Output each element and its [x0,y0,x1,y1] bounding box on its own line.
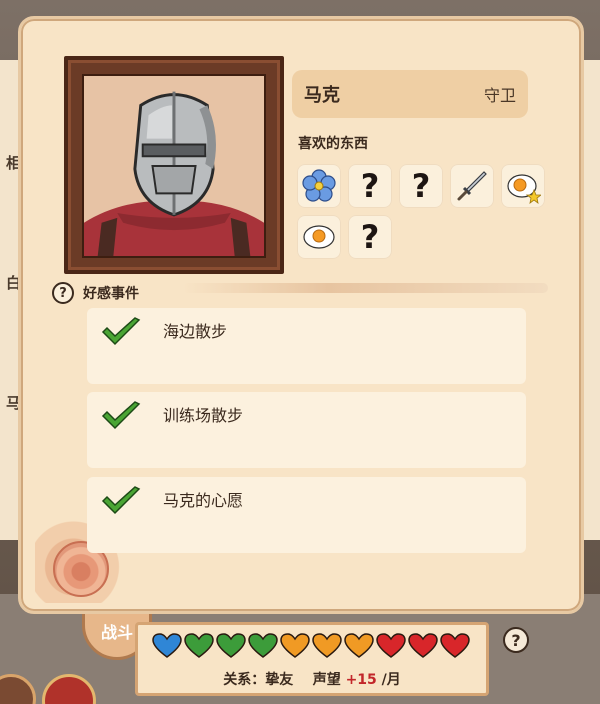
relationship-panel: 关系：挚友 声望 +15 /月 [135,622,489,696]
liked-item-slot[interactable] [297,215,341,259]
knight-helmet-portrait [82,74,266,258]
heart-orange-icon [280,633,310,658]
affection-event-card[interactable]: 马克的心愿 [87,477,526,553]
fried-egg-icon [303,225,335,249]
relationship-status: 挚友 [265,672,294,688]
liked-item-slot[interactable] [297,164,341,208]
character-name: 马克 [304,85,340,106]
affection-event-label: 训练场散步 [163,406,244,425]
relationship-label: 关系： [223,672,266,688]
unknown-item-icon: ? [360,167,380,205]
character-role: 守卫 [483,86,516,105]
heart-red-icon [440,633,470,658]
heart-orange-icon [344,633,374,658]
character-name-bar: 马克 守卫 [292,70,528,118]
likes-section-title: 喜欢的东西 [298,136,368,152]
checkmark-icon [101,486,141,515]
blue-flower-icon [302,169,336,202]
knight-helmet-icon [84,76,264,256]
heart-green-icon [216,633,246,658]
affection-help-icon[interactable]: ? [52,282,74,304]
heart-red-icon [408,633,438,658]
affection-hearts-meter [152,633,470,659]
affection-event-label: 海边散步 [163,322,228,341]
heart-green-icon [184,633,214,658]
liked-item-slot[interactable] [450,164,494,208]
heart-orange-icon [312,633,342,658]
unknown-item-icon: ? [360,218,380,256]
liked-item-slot-unknown[interactable]: ? [399,164,443,208]
unknown-item-icon: ? [411,167,431,205]
affection-event-card[interactable]: 海边散步 [87,308,526,384]
relationship-help-icon[interactable]: ? [503,627,529,653]
fried-egg-star-icon [507,174,541,204]
character-portrait-frame [64,56,284,274]
checkmark-icon [101,401,141,430]
heart-red-icon [376,633,406,658]
affection-event-card[interactable]: 训练场散步 [87,392,526,468]
liked-item-slot-unknown[interactable]: ? [348,215,392,259]
checkmark-icon [101,317,141,346]
affection-event-label: 马克的心愿 [163,491,244,510]
relationship-summary: 关系：挚友 声望 +15 /月 [138,669,486,689]
liked-item-slot-unknown[interactable]: ? [348,164,392,208]
reputation-value: +15 [345,672,377,688]
reputation-label: 声望 [312,672,341,688]
heart-blue-icon [152,633,182,658]
heart-green-icon [248,633,278,658]
affection-events-title: 好感事件 [83,286,139,302]
dagger-icon [457,171,487,201]
section-divider [182,283,548,293]
reputation-unit: /月 [381,672,401,688]
liked-item-slot[interactable] [501,164,545,208]
